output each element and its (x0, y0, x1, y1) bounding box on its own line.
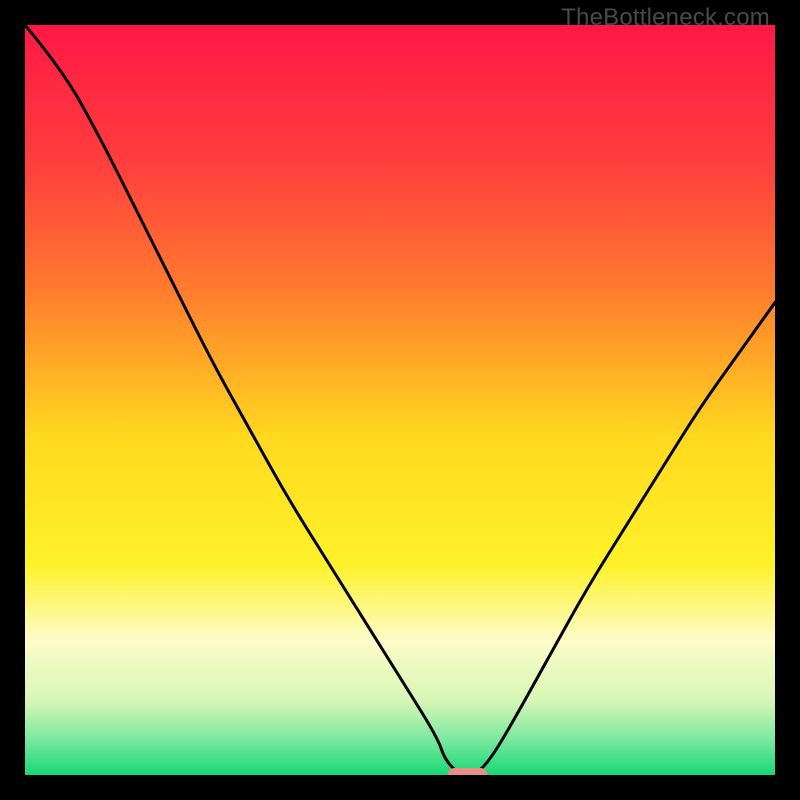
bottleneck-chart (25, 25, 775, 775)
chart-frame (25, 25, 775, 775)
gradient-background (25, 25, 775, 775)
watermark-text: TheBottleneck.com (561, 4, 770, 32)
optimal-marker (448, 768, 488, 775)
